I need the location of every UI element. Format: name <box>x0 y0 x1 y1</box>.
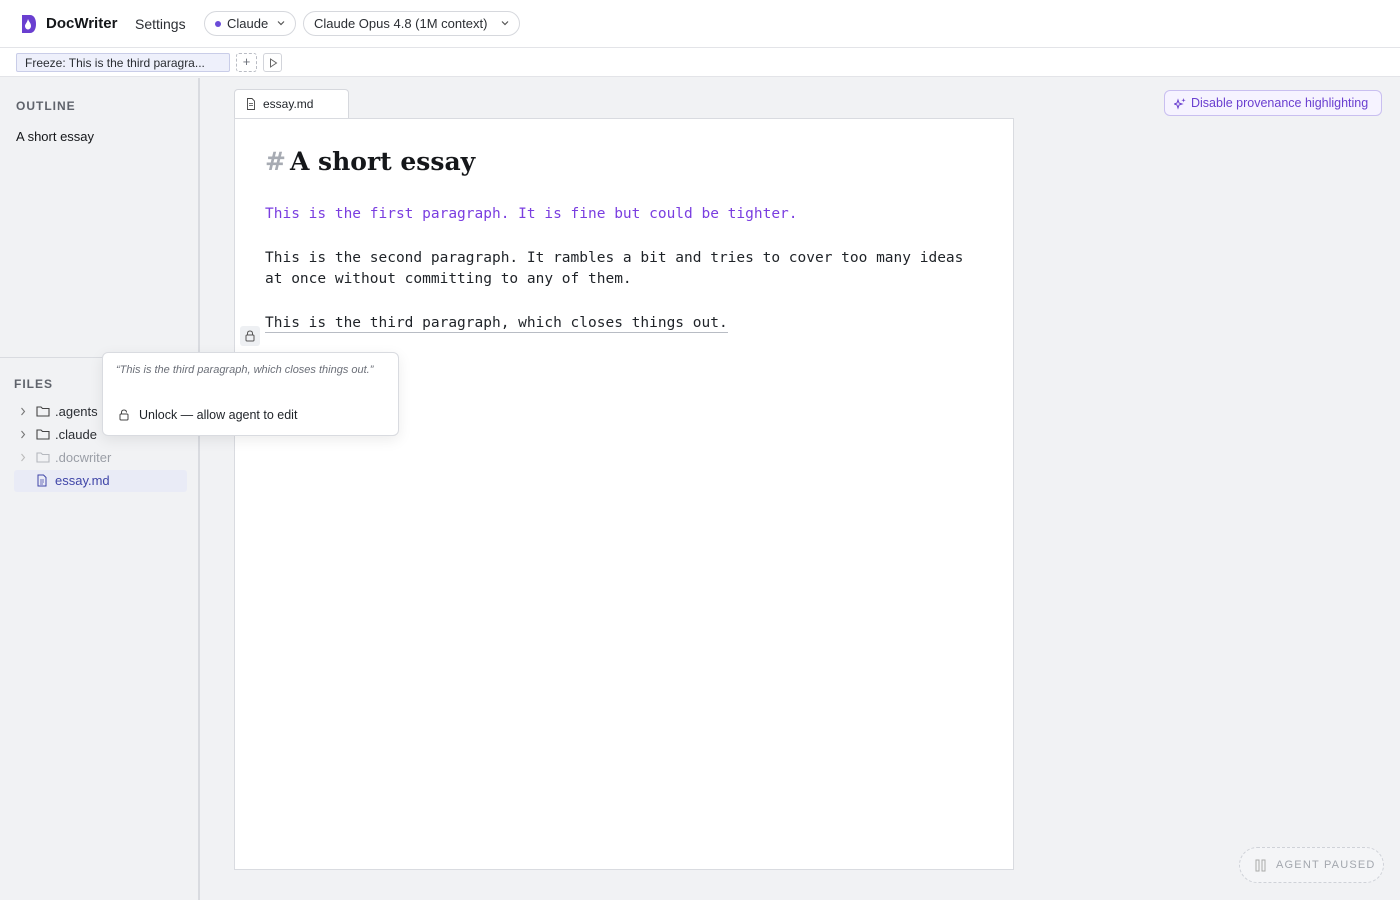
file-name: .claude <box>55 427 97 442</box>
heading-marker: # <box>265 147 286 176</box>
lock-toggle-button[interactable] <box>240 326 260 346</box>
heading-text: A short essay <box>289 147 476 176</box>
document-page[interactable]: # A short essay This is the first paragra… <box>234 118 1014 870</box>
add-freeze-button[interactable]: + <box>236 53 257 72</box>
unlock-button[interactable]: Unlock — allow agent to edit <box>116 407 388 427</box>
folder-icon <box>36 406 50 417</box>
paragraph-agent-written[interactable]: This is the first paragraph. It is fine … <box>265 204 965 225</box>
sidebar: OUTLINE A short essay FILES .agents .cla… <box>0 78 200 900</box>
frozen-text: This is the third paragraph, which close… <box>265 315 728 333</box>
provenance-button-label: Disable provenance highlighting <box>1191 96 1369 110</box>
run-button[interactable] <box>263 53 282 72</box>
file-icon <box>247 98 255 110</box>
files-heading: FILES <box>14 377 54 391</box>
agent-paused-indicator[interactable]: AGENT PAUSED <box>1239 847 1384 883</box>
outline-item[interactable]: A short essay <box>16 129 94 144</box>
app-title: DocWriter <box>46 15 118 32</box>
file-name: essay.md <box>55 473 110 488</box>
agent-status-label: AGENT PAUSED <box>1276 859 1376 871</box>
chevron-right-icon <box>21 453 26 462</box>
chevron-down-icon <box>501 21 509 26</box>
sparkle-icon <box>1174 98 1186 110</box>
folder-icon <box>36 452 50 463</box>
pause-icon <box>1255 859 1266 872</box>
paragraph[interactable]: This is the second paragraph. It rambles… <box>265 248 965 290</box>
model-label: Claude Opus 4.8 (1M context) <box>314 16 488 31</box>
model-select[interactable]: Claude Opus 4.8 (1M context) <box>303 11 520 36</box>
disable-provenance-button[interactable]: Disable provenance highlighting <box>1164 90 1382 116</box>
lock-icon <box>245 330 255 342</box>
provider-label: Claude <box>227 16 269 31</box>
document-heading[interactable]: # A short essay <box>265 147 475 176</box>
file-tree-folder-docwriter[interactable]: .docwriter <box>14 447 187 469</box>
docwriter-logo-icon <box>22 15 36 33</box>
file-name: .agents <box>55 404 98 419</box>
status-dot-icon <box>215 21 221 27</box>
unlock-label: Unlock — allow agent to edit <box>139 408 298 422</box>
frozen-paragraph-popover: “This is the third paragraph, which clos… <box>102 352 399 436</box>
chevron-down-icon <box>277 21 285 26</box>
tab-label: essay.md <box>263 97 314 111</box>
chevron-right-icon <box>21 430 26 439</box>
freeze-toolbar: Freeze: This is the third paragra... + <box>0 48 1400 77</box>
provider-select[interactable]: Claude <box>204 11 296 36</box>
freeze-chip[interactable]: Freeze: This is the third paragra... <box>16 53 230 72</box>
paragraph-frozen[interactable]: This is the third paragraph, which close… <box>265 313 965 334</box>
popover-quote: “This is the third paragraph, which clos… <box>116 364 374 376</box>
file-name: .docwriter <box>55 450 112 465</box>
tab-essay-md[interactable]: essay.md <box>234 89 349 119</box>
play-icon <box>270 58 278 68</box>
outline-heading: OUTLINE <box>16 99 76 113</box>
chevron-right-icon <box>21 407 26 416</box>
folder-icon <box>36 429 50 440</box>
top-bar: DocWriter Settings Claude Claude Opus 4.… <box>0 0 1400 48</box>
file-tree-file-essay[interactable]: essay.md <box>14 470 187 492</box>
file-icon <box>37 474 47 487</box>
settings-link[interactable]: Settings <box>135 16 186 32</box>
unlock-icon <box>119 409 129 421</box>
